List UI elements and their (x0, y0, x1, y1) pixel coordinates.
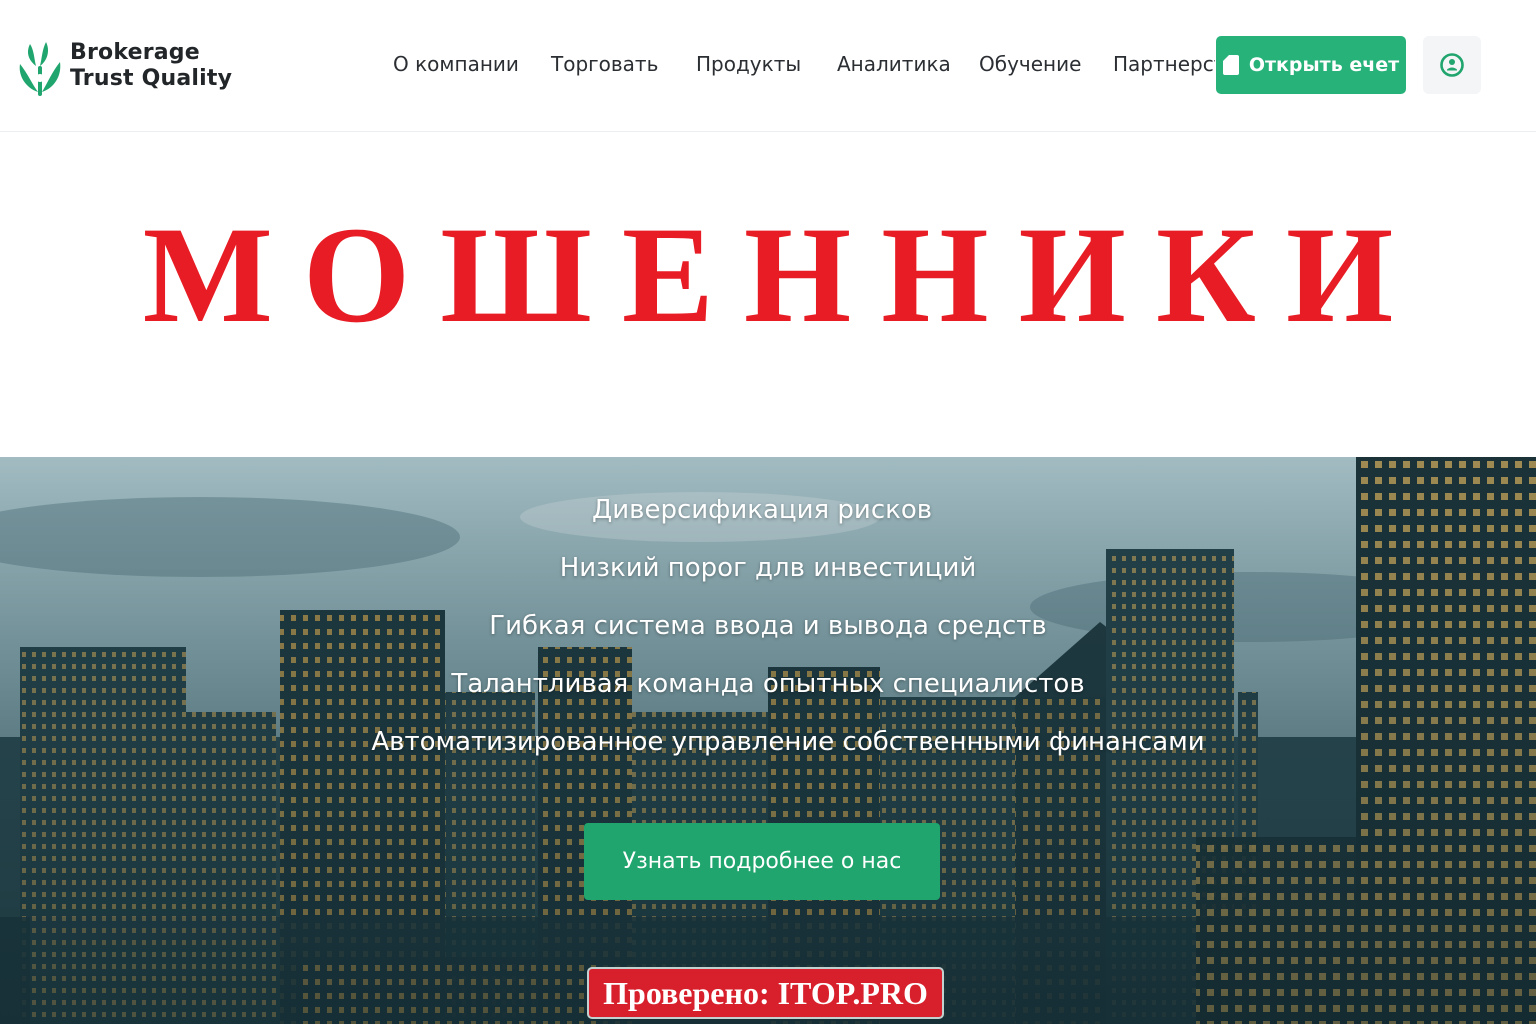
open-account-button[interactable]: Открыть ечет (1216, 36, 1406, 94)
feature-item: Диверсификация рисков (591, 495, 933, 525)
feature-item: Гибкая система ввода и вывода средств (489, 611, 1047, 641)
feature-item: Автоматизированное управление собственны… (371, 727, 1205, 757)
nav-item-education[interactable]: Обучение (979, 52, 1081, 76)
feature-item: Низкий порог длв инвестиций (559, 553, 977, 583)
feature-item: Талантливая команда опытных специалистов (451, 669, 1085, 699)
user-circle-icon (1440, 53, 1464, 77)
verified-badge: Проверено: ITOP.PRO (587, 967, 944, 1019)
nav-item-partners[interactable]: Партнерст (1113, 52, 1215, 76)
scam-stamp-text: МОШЕННИКИ (142, 198, 1424, 351)
main-nav: О компании Торговать Продукты Аналитика … (0, 0, 1220, 132)
nav-item-trade[interactable]: Торговать (551, 52, 658, 76)
document-icon (1222, 55, 1239, 75)
hero-section: Диверсификация рисков Низкий порог длв и… (0, 457, 1536, 1024)
learn-more-button[interactable]: Узнать подробнее о нас (584, 823, 940, 900)
nav-item-analytics[interactable]: Аналитика (837, 52, 951, 76)
site-header: Brokerage Trust Quality О компании Торго… (0, 0, 1536, 132)
login-button[interactable] (1423, 36, 1481, 94)
open-account-label: Открыть ечет (1248, 54, 1400, 76)
nav-item-about[interactable]: О компании (393, 52, 519, 76)
nav-item-products[interactable]: Продукты (696, 52, 801, 76)
